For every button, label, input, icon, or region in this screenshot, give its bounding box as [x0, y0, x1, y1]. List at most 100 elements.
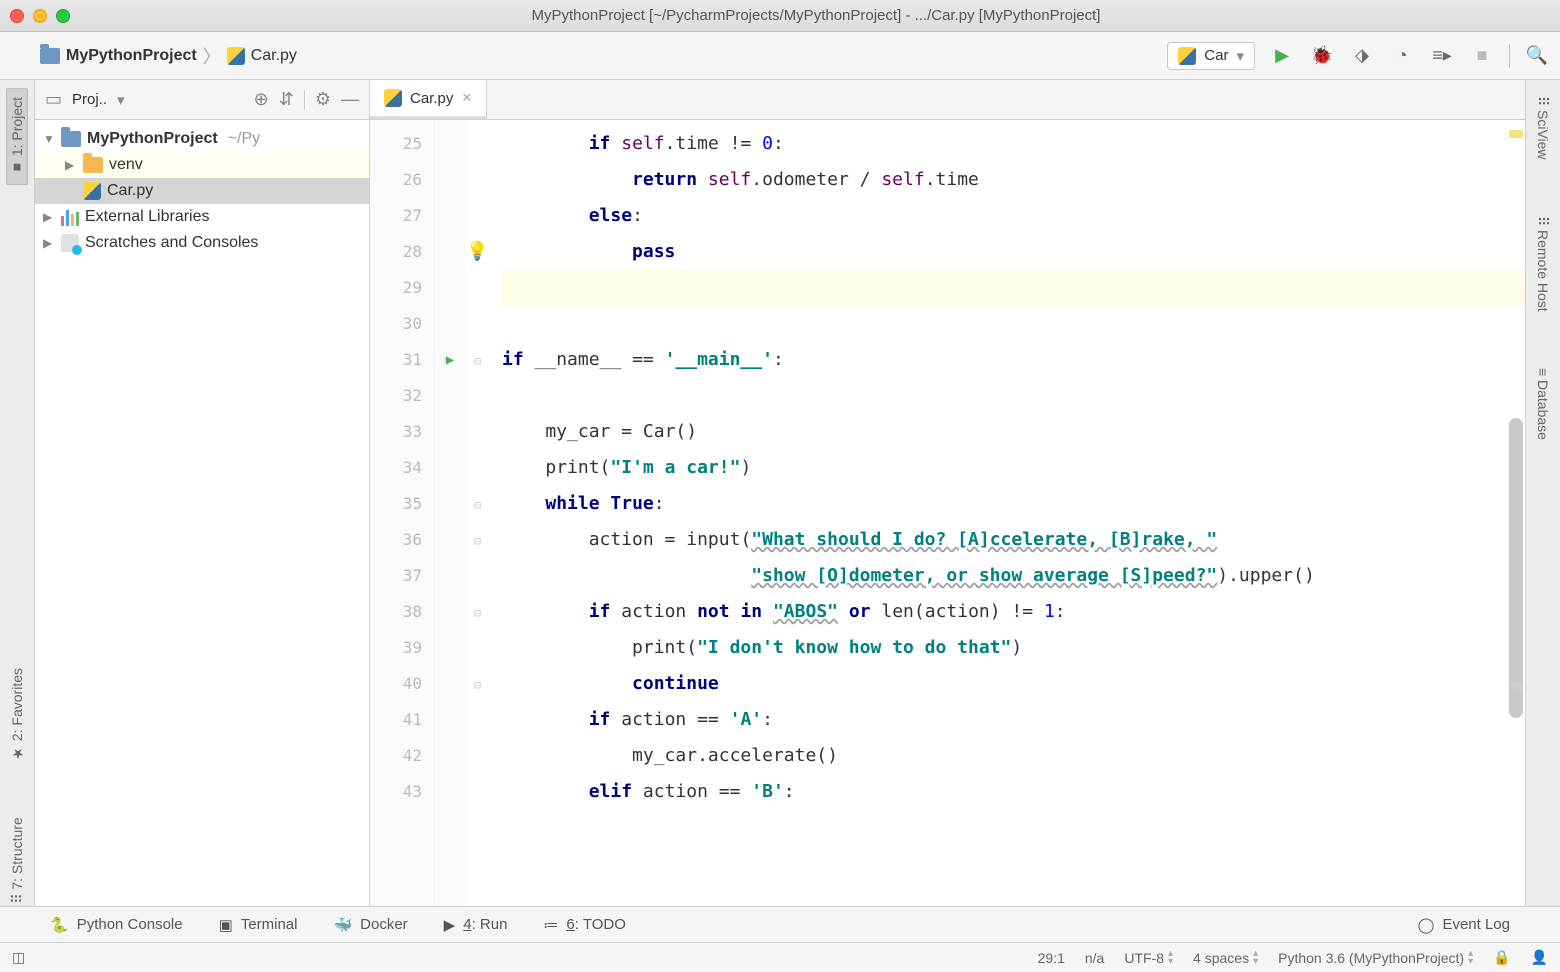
run-button[interactable]: ▶ [1269, 43, 1295, 69]
tree-root[interactable]: ▼ MyPythonProject ~/Py [35, 126, 369, 152]
tree-root-label: MyPythonProject [87, 130, 218, 148]
tab-remote-host[interactable]: ⠿Remote Host [1533, 208, 1553, 320]
project-view-icon: ▭ [45, 89, 62, 110]
line-gutter: 25262728293031323334353637383940414243 [370, 120, 435, 912]
folder-icon [40, 48, 60, 64]
python-console-tab[interactable]: 🐍Python Console [50, 916, 183, 934]
indent-selector[interactable]: 4 spaces▴▾ [1193, 950, 1258, 966]
tab-label: Car.py [410, 90, 453, 107]
code-area[interactable]: 25262728293031323334353637383940414243 ▶… [370, 120, 1525, 912]
tree-item-label: External Libraries [85, 208, 210, 226]
balloon-icon: ◯ [1418, 916, 1435, 934]
run-config-label: Car [1204, 47, 1228, 64]
tab-database[interactable]: ≡Database [1533, 360, 1553, 448]
debug-button[interactable]: 🐞 [1309, 43, 1335, 69]
editor-tab-carpy[interactable]: Car.py ✕ [370, 80, 487, 119]
disclose-right-icon[interactable]: ▶ [43, 236, 55, 250]
terminal-icon: ▣ [219, 916, 233, 934]
encoding-selector[interactable]: UTF-8▴▾ [1124, 950, 1173, 966]
maximize-icon[interactable] [56, 9, 70, 23]
run-gutter: ▶ [435, 120, 465, 912]
bottom-tools-bar: 🐍Python Console ▣Terminal 🐳Docker ▶4: Ru… [0, 906, 1560, 942]
toolbar: Car ▾ ▶ 🐞 ⬗ ◔ ≡▸ ■ 🔍 [1167, 42, 1550, 70]
editor: Car.py ✕ 2526272829303132333435363738394… [370, 80, 1525, 912]
list-icon: ≔ [543, 916, 558, 934]
folder-icon [83, 157, 103, 173]
scroll-thumb[interactable] [1509, 418, 1523, 718]
disclose-right-icon[interactable]: ▶ [43, 210, 55, 224]
close-tab-icon[interactable]: ✕ [461, 90, 472, 106]
tree-item-label: venv [109, 156, 143, 174]
panel-title[interactable]: Proj.. [72, 91, 107, 108]
terminal-tab[interactable]: ▣Terminal [219, 916, 298, 934]
fold-gutter: 💡 ⊟ ⊟⊟ ⊟ ⊟ [465, 120, 490, 912]
python-file-icon [83, 182, 101, 200]
run-config-selector[interactable]: Car ▾ [1167, 42, 1255, 70]
search-button[interactable]: 🔍 [1524, 43, 1550, 69]
project-panel-header: ▭ Proj..▾ ⊕ ⇵ ⚙ — [35, 80, 369, 120]
window-controls [10, 9, 70, 23]
left-tool-tabs: ■1: Project ★2: Favorites ⠿7: Structure [0, 80, 35, 912]
libraries-icon [61, 208, 79, 226]
lock-icon[interactable]: 🔒 [1493, 949, 1510, 966]
main-area: ■1: Project ★2: Favorites ⠿7: Structure … [0, 80, 1560, 912]
editor-tabbar: Car.py ✕ [370, 80, 1525, 120]
interpreter-selector[interactable]: Python 3.6 (MyPythonProject)▴▾ [1278, 950, 1473, 966]
code-body[interactable]: if self.time != 0: return self.odometer … [490, 120, 1525, 912]
navbar: MyPythonProject 〉 Car.py Car ▾ ▶ 🐞 ⬗ ◔ ≡… [0, 32, 1560, 80]
docker-icon: 🐳 [333, 916, 352, 934]
python-file-icon [227, 47, 245, 65]
stop-button[interactable]: ■ [1469, 43, 1495, 69]
tab-favorites[interactable]: ★2: Favorites [7, 660, 27, 769]
python-icon: 🐍 [50, 916, 69, 934]
tree-venv[interactable]: ▶ venv [35, 152, 369, 178]
docker-tab[interactable]: 🐳Docker [333, 916, 407, 934]
python-file-icon [384, 89, 402, 107]
tree-external-libraries[interactable]: ▶ External Libraries [35, 204, 369, 230]
tool-windows-icon[interactable]: ◫ [12, 949, 25, 966]
cursor-position[interactable]: 29:1 [1038, 950, 1065, 966]
collapse-icon[interactable]: ⇵ [279, 89, 294, 110]
tree-item-label: Scratches and Consoles [85, 234, 258, 252]
minimize-icon[interactable] [33, 9, 47, 23]
disclose-right-icon[interactable]: ▶ [65, 158, 77, 172]
folder-icon [61, 131, 81, 147]
tab-project[interactable]: ■1: Project [6, 88, 28, 185]
hector-icon[interactable]: 👤 [1531, 949, 1548, 966]
scroll-marker [1509, 130, 1523, 138]
play-icon: ▶ [444, 916, 456, 934]
tree-item-label: Car.py [107, 182, 153, 200]
breadcrumb-project[interactable]: MyPythonProject [66, 47, 197, 65]
scrollbar[interactable] [1509, 128, 1523, 904]
locate-icon[interactable]: ⊕ [254, 89, 269, 110]
right-tool-tabs: ⠿SciView ⠿Remote Host ≡Database [1525, 80, 1560, 912]
chevron-right-icon: 〉 [203, 43, 221, 69]
disclose-down-icon[interactable]: ▼ [43, 132, 55, 146]
python-icon [1178, 47, 1196, 65]
tree-file-carpy[interactable]: Car.py [35, 178, 369, 204]
tree-scratches[interactable]: ▶ Scratches and Consoles [35, 230, 369, 256]
hide-icon[interactable]: — [341, 89, 359, 110]
tab-sciview[interactable]: ⠿SciView [1533, 88, 1553, 168]
statusbar: ◫ 29:1 n/a UTF-8▴▾ 4 spaces▴▾ Python 3.6… [0, 942, 1560, 972]
tree-root-path: ~/Py [228, 130, 260, 148]
project-panel: ▭ Proj..▾ ⊕ ⇵ ⚙ — ▼ MyPythonProject ~/Py… [35, 80, 370, 912]
breadcrumb: MyPythonProject 〉 Car.py [40, 43, 297, 69]
titlebar: MyPythonProject [~/PycharmProjects/MyPyt… [0, 0, 1560, 32]
todo-tab[interactable]: ≔6: TODO [543, 916, 625, 934]
scroll-marker [1509, 683, 1523, 691]
tab-structure[interactable]: ⠿7: Structure [7, 809, 27, 912]
status-na: n/a [1085, 950, 1104, 966]
project-tree: ▼ MyPythonProject ~/Py ▶ venv Car.py ▶ E… [35, 120, 369, 262]
gear-icon[interactable]: ⚙ [315, 89, 331, 110]
event-log-tab[interactable]: ◯Event Log [1418, 916, 1510, 934]
profile-button[interactable]: ◔ [1389, 43, 1415, 69]
run-with-button[interactable]: ≡▸ [1429, 43, 1455, 69]
scratches-icon [61, 234, 79, 252]
close-icon[interactable] [10, 9, 24, 23]
chevron-down-icon: ▾ [1236, 47, 1244, 65]
coverage-button[interactable]: ⬗ [1349, 43, 1375, 69]
breadcrumb-file[interactable]: Car.py [251, 47, 297, 65]
run-tab[interactable]: ▶4: Run [444, 916, 508, 934]
window-title: MyPythonProject [~/PycharmProjects/MyPyt… [82, 7, 1550, 24]
